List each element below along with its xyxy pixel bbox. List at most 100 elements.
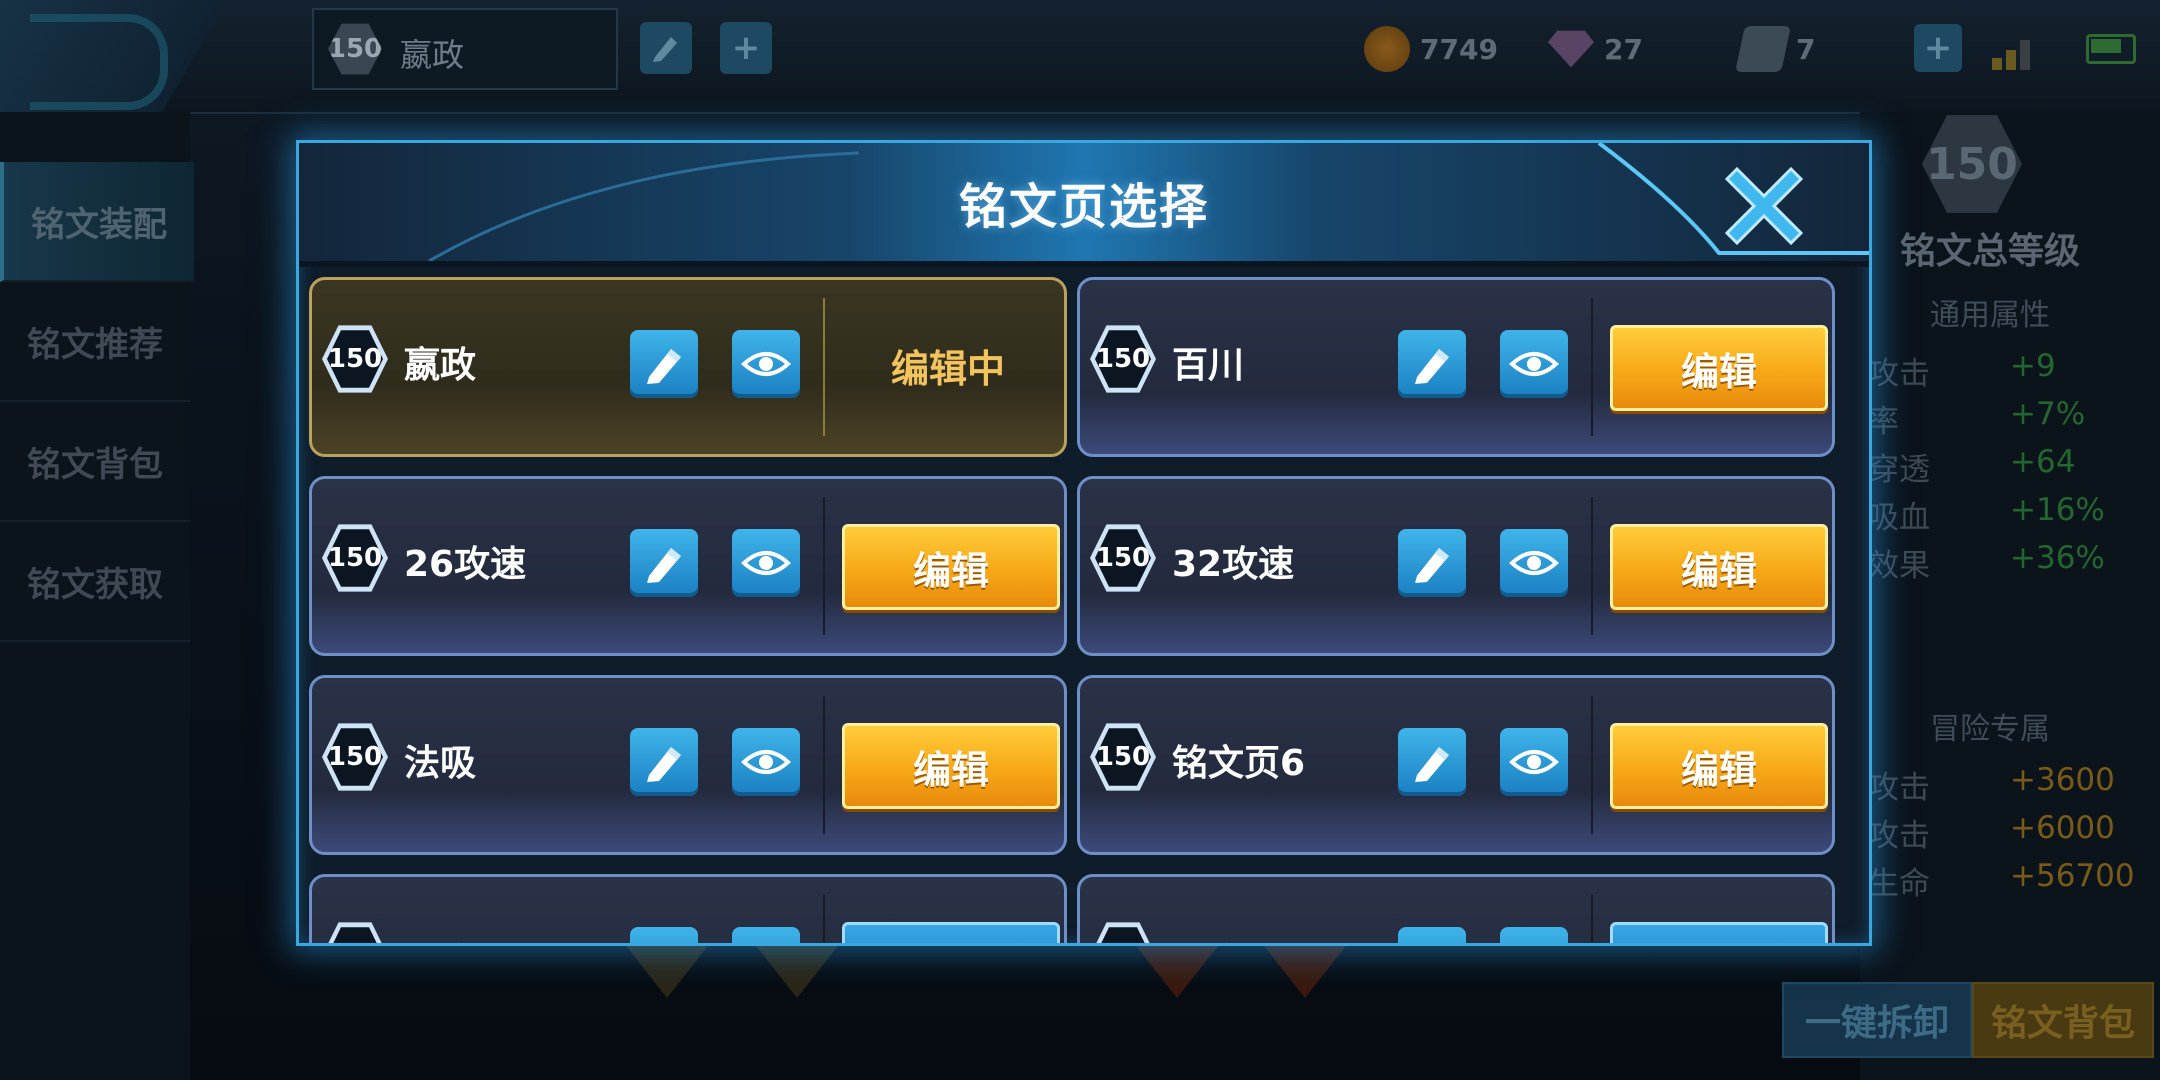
page-card[interactable]: 150 铭文页6 编辑 <box>1077 675 1835 855</box>
level-text: 150 <box>1095 728 1151 786</box>
stat-label: 吸血 <box>1868 500 1930 536</box>
level-badge: 150 <box>1090 723 1156 791</box>
stat-value: +36% <box>2010 540 2105 576</box>
preview-button[interactable] <box>732 529 800 597</box>
pencil-icon <box>647 548 681 583</box>
rename-button[interactable] <box>630 927 698 943</box>
level-badge <box>322 922 388 943</box>
diamond-value: 27 <box>1604 32 1643 66</box>
rename-button[interactable] <box>630 529 698 597</box>
add-page-button[interactable]: + <box>720 22 772 74</box>
preview-button[interactable] <box>1500 529 1568 597</box>
stat-label: 生命 <box>1868 866 1930 902</box>
eye-icon <box>741 750 791 774</box>
sidebar-item-recommend[interactable]: 铭文推荐 <box>0 282 190 402</box>
page-level-badge: 150 <box>327 23 383 75</box>
level-text <box>327 927 383 943</box>
stat-value: +9 <box>2010 348 2056 384</box>
page-card[interactable]: 150 嬴政 编辑中 <box>309 277 1067 457</box>
close-button[interactable] <box>1719 159 1809 249</box>
editing-status: 编辑中 <box>890 346 1005 391</box>
adventure-stats-title: 冒险专属 <box>1930 712 2050 747</box>
edit-button[interactable]: 编辑 <box>1610 524 1828 610</box>
level-text <box>1095 927 1151 943</box>
right-panel: 150 铭文总等级 通用属性 攻击 +9 率 +7% 穿透 +64 吸血 +16… <box>1860 112 2160 1080</box>
rename-button[interactable] <box>1398 330 1466 398</box>
level-badge <box>1090 922 1156 943</box>
rename-button[interactable] <box>630 330 698 398</box>
page-name: 嬴政 <box>400 36 465 74</box>
preview-button[interactable] <box>732 330 800 398</box>
level-badge: 150 <box>322 723 388 791</box>
page-name: 26攻速 <box>404 544 527 585</box>
voucher-counter: 7 <box>1735 24 1815 74</box>
bag-button[interactable]: 铭文背包 <box>1972 982 2154 1058</box>
plus-icon: + <box>731 28 761 68</box>
page-name: 百川 <box>1172 345 1245 386</box>
stat-label: 攻击 <box>1868 818 1930 854</box>
unlock-button[interactable] <box>1610 922 1828 943</box>
stat-value: +7% <box>2010 396 2086 432</box>
divider <box>1591 298 1593 436</box>
rename-page-button[interactable] <box>640 22 692 74</box>
page-card[interactable]: 150 法吸 编辑 <box>309 675 1067 855</box>
stat-value: +64 <box>2010 444 2076 480</box>
recharge-button[interactable]: + <box>1914 24 1962 72</box>
level-text: 150 <box>1095 529 1151 587</box>
pencil-icon <box>1415 548 1449 583</box>
level-text: 150 <box>327 529 383 587</box>
sidebar-item-label: 铭文背包 <box>27 444 163 485</box>
page-card[interactable]: 150 26攻速 编辑 <box>309 476 1067 656</box>
divider <box>1591 895 1593 943</box>
page-card[interactable]: 铭文页8 <box>1077 874 1835 946</box>
divider <box>823 298 825 436</box>
sidebar-item-equip[interactable]: 铭文装配 <box>0 162 194 282</box>
level-text: 150 <box>327 728 383 786</box>
eye-icon <box>1509 352 1559 376</box>
level-badge: 150 <box>322 325 388 393</box>
total-level-label: 铭文总等级 <box>1899 231 2080 272</box>
pencil-icon <box>1409 938 1455 946</box>
back-icon[interactable] <box>30 14 168 110</box>
stat-label: 攻击 <box>1868 356 1930 392</box>
page-level-text: 150 <box>327 34 383 64</box>
page-name: 铭文页6 <box>1172 743 1306 784</box>
page-name: 32攻速 <box>1172 544 1295 585</box>
rename-button[interactable] <box>1398 927 1466 946</box>
divider <box>823 895 825 943</box>
dialog-title: 铭文页选择 <box>958 179 1209 235</box>
edit-button[interactable]: 编辑 <box>842 524 1060 610</box>
unlock-button[interactable] <box>842 922 1060 943</box>
level-text: 150 <box>1095 330 1151 388</box>
rename-button[interactable] <box>630 728 698 796</box>
preview-button[interactable] <box>1500 728 1568 796</box>
rename-button[interactable] <box>1398 728 1466 796</box>
stat-value: +16% <box>2010 492 2105 528</box>
sidebar-item-obtain[interactable]: 铭文获取 <box>0 522 190 642</box>
edit-button[interactable]: 编辑 <box>1610 325 1828 411</box>
page-card[interactable]: 铭文页7 <box>309 874 1067 943</box>
preview-button[interactable] <box>732 927 800 943</box>
page-card[interactable]: 150 32攻速 编辑 <box>1077 476 1835 656</box>
divider <box>823 497 825 635</box>
level-badge: 150 <box>1090 524 1156 592</box>
page-name: 铭文页8 <box>1172 933 1305 943</box>
sidebar-item-label: 铭文获取 <box>27 564 163 605</box>
edit-button[interactable]: 编辑 <box>1610 723 1828 809</box>
rename-button[interactable] <box>1398 529 1466 597</box>
unequip-all-button[interactable]: 一键拆卸 <box>1782 982 1972 1058</box>
preview-button[interactable] <box>732 728 800 796</box>
pencil-icon <box>647 349 681 384</box>
total-level-badge: 150 <box>1922 115 2022 213</box>
sidebar: 铭文装配 铭文推荐 铭文背包 铭文获取 <box>0 112 194 1080</box>
divider <box>823 696 825 834</box>
current-page-box[interactable]: 150 嬴政 <box>312 8 618 90</box>
stat-value: +56700 <box>2010 858 2135 894</box>
preview-button[interactable] <box>1500 330 1568 398</box>
preview-button[interactable] <box>1500 927 1568 943</box>
stat-label: 率 <box>1868 404 1899 440</box>
page-card[interactable]: 150 百川 编辑 <box>1077 277 1835 457</box>
edit-button[interactable]: 编辑 <box>842 723 1060 809</box>
sidebar-item-bag[interactable]: 铭文背包 <box>0 402 190 522</box>
divider <box>1591 497 1593 635</box>
